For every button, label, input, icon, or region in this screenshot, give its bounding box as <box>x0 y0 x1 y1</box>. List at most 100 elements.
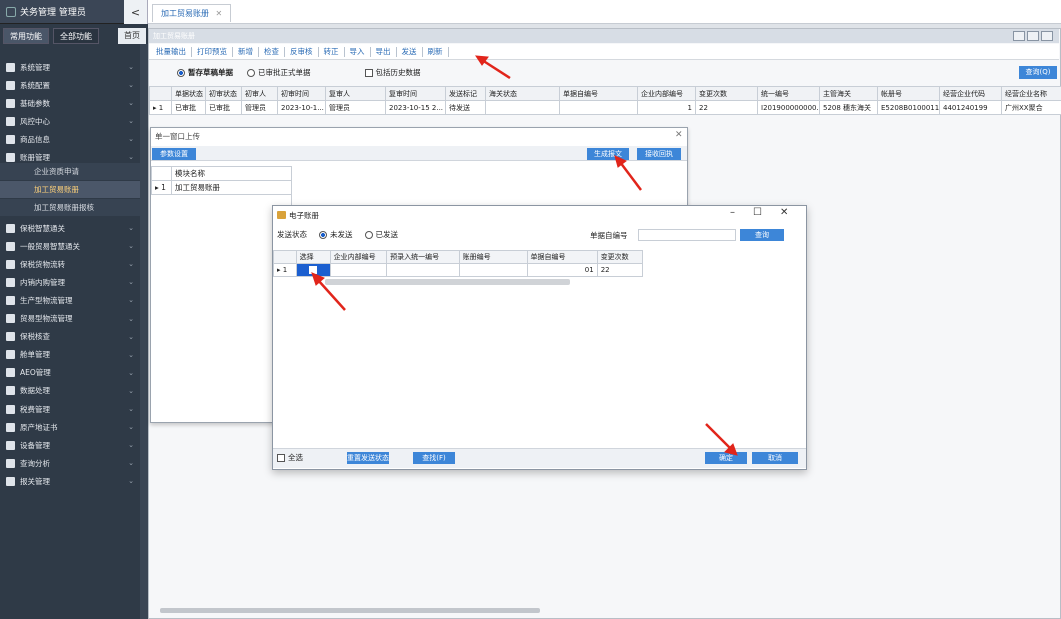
ebook-header-cell[interactable]: 选择 <box>295 250 331 264</box>
minimize-icon[interactable]: – <box>730 207 735 218</box>
radio-unsent[interactable]: 未发送 <box>319 229 353 240</box>
toolbar-button[interactable]: 导出 <box>371 46 397 57</box>
toolbar-button[interactable]: 打印预览 <box>192 46 233 57</box>
sidebar-item[interactable]: AEO管理 ⌄ <box>0 364 140 382</box>
grid-header-cell[interactable]: 初审状态 <box>205 86 242 101</box>
query-button[interactable]: 查询(Q) <box>1019 66 1057 79</box>
sidebar-item[interactable]: 一般贸易智慧通关 ⌄ <box>0 237 140 255</box>
toolbar-button[interactable]: 刷新 <box>423 46 449 57</box>
table-cell <box>386 263 460 277</box>
generate-message-button[interactable]: 生成报文 <box>587 148 629 160</box>
sidebar-item[interactable]: 商品信息 ⌄ <box>0 130 140 148</box>
maximize-icon[interactable]: ☐ <box>753 207 762 218</box>
grid-header-cell[interactable]: 单据自编号 <box>559 86 638 101</box>
cancel-button[interactable]: 取消 <box>752 452 798 464</box>
sidebar-item[interactable]: 原产地证书 ⌄ <box>0 418 140 436</box>
tab-processing-trade-book[interactable]: 加工贸易账册 ✕ <box>152 4 232 22</box>
toolbar-button[interactable]: 导入 <box>345 46 371 57</box>
sidebar-subitem[interactable]: 加工贸易账册 <box>0 181 140 198</box>
toolbar-button[interactable]: 转正 <box>319 46 345 57</box>
grid-header-cell[interactable]: 复审人 <box>325 86 386 101</box>
radio-draft[interactable]: 暂存草稿单据 <box>177 67 233 78</box>
ebook-header-cell[interactable] <box>273 250 297 264</box>
sidebar-item[interactable]: 舱单管理 ⌄ <box>0 346 140 364</box>
ebook-header-cell[interactable]: 变更次数 <box>596 250 644 264</box>
close-icon[interactable]: ✕ <box>780 207 788 218</box>
sidebar-item[interactable]: 报关管理 ⌄ <box>0 472 140 490</box>
toolbar-button[interactable]: 检查 <box>259 46 285 57</box>
sidebar-item[interactable]: 数据处理 ⌄ <box>0 382 140 400</box>
sidebar-subitem[interactable]: 企业资质申请 <box>0 163 140 180</box>
grid-header-cell[interactable]: 统一编号 <box>757 86 820 101</box>
include-history-checkbox[interactable]: 包括历史数据 <box>364 67 421 78</box>
sidebar-item[interactable]: 查询分析 ⌄ <box>0 454 140 472</box>
radio-approved[interactable]: 已审批正式单据 <box>247 67 311 78</box>
grid-header-cell[interactable]: 初审时间 <box>277 86 326 101</box>
main-hscrollbar[interactable] <box>160 608 540 613</box>
sidebar-item[interactable]: 保税智慧通关 ⌄ <box>0 219 140 237</box>
select-cell[interactable] <box>295 263 331 277</box>
ebook-header-cell[interactable]: 企业内部编号 <box>329 250 388 264</box>
table-row[interactable]: ▸ 1 已审批 已审批 管理员 2023-10-1... 管理员 2023-10-15 2.… <box>149 100 1061 115</box>
grid-header-cell[interactable]: 复审时间 <box>385 86 446 101</box>
sidebar-item[interactable]: 风控中心 ⌄ <box>0 112 140 130</box>
tab-all-functions[interactable]: 全部功能 <box>53 28 99 44</box>
ebook-header-cell[interactable]: 单据自编号 <box>526 250 598 264</box>
ok-button[interactable]: 确定 <box>705 452 747 464</box>
sidebar-item[interactable]: 保税核查 ⌄ <box>0 328 140 346</box>
grid-header-cell[interactable]: 经营企业名称 <box>1001 86 1061 101</box>
ebook-header-cell[interactable]: 预录入统一编号 <box>386 250 460 264</box>
sidebar-item[interactable]: 内销内购管理 ⌄ <box>0 273 140 291</box>
grid-header-cell[interactable]: 经营企业代码 <box>939 86 1002 101</box>
grid-header-cell[interactable]: 单据状态 <box>171 86 206 101</box>
toolbar-button[interactable]: 新增 <box>233 46 259 57</box>
ebook-grid-hscrollbar[interactable] <box>325 279 570 285</box>
grid-header-cell[interactable]: 海关状态 <box>485 86 560 101</box>
radio-on-icon <box>177 68 185 77</box>
sidebar-item[interactable]: 保税货物流转 ⌄ <box>0 255 140 273</box>
upload-dialog-close-icon[interactable]: ✕ <box>675 130 683 140</box>
grid-header-cell[interactable] <box>149 86 172 101</box>
module-row-name: 加工贸易账册 <box>171 180 292 195</box>
grid-header-cell[interactable]: 主管海关 <box>819 86 878 101</box>
sidebar-item[interactable]: 贸易型物流管理 ⌄ <box>0 310 140 328</box>
ebook-header-cell[interactable]: 账册编号 <box>458 250 528 264</box>
close-icon[interactable] <box>1041 31 1053 41</box>
toolbar-button[interactable]: 反审核 <box>285 46 319 57</box>
ebook-query-button[interactable]: 查询 <box>740 229 784 241</box>
sidebar-item[interactable]: 系统管理 ⌄ <box>0 58 140 76</box>
receive-receipt-button[interactable]: 接收回执 <box>637 148 681 160</box>
select-all-checkbox[interactable]: 全选 <box>277 452 303 463</box>
sidebar-subitem[interactable]: 加工贸易账册报核 <box>0 199 140 216</box>
maximize-icon[interactable] <box>1027 31 1039 41</box>
table-row[interactable]: ▸ 1 01 22 <box>273 263 644 277</box>
sidebar-item[interactable]: 系统配置 ⌄ <box>0 76 140 94</box>
sidebar-item[interactable]: 基础参数 ⌄ <box>0 94 140 112</box>
radio-sent[interactable]: 已发送 <box>364 229 398 240</box>
tab-common-functions[interactable]: 常用功能 <box>3 28 49 44</box>
toolbar-button[interactable]: 批量输出 <box>151 46 192 57</box>
grid-header-cell[interactable]: 企业内部编号 <box>637 86 696 101</box>
minimize-icon[interactable] <box>1013 31 1025 41</box>
find-button[interactable]: 查找(F) <box>413 452 455 464</box>
sidebar-scrollbar[interactable] <box>140 44 148 619</box>
docno-input[interactable] <box>638 229 736 241</box>
collapse-sidebar-button[interactable]: < <box>124 0 148 24</box>
tab-home[interactable]: 首页 <box>118 28 146 44</box>
close-tab-icon[interactable]: ✕ <box>216 9 223 18</box>
grid-header-cell[interactable]: 帐册号 <box>877 86 940 101</box>
toolbar-button[interactable]: 发送 <box>397 46 423 57</box>
sidebar-item[interactable]: 生产型物流管理 ⌄ <box>0 291 140 309</box>
reset-send-status-button[interactable]: 重置发送状态 <box>347 452 389 464</box>
table-cell: ▸ 1 <box>273 263 297 277</box>
sidebar-item[interactable]: 税费管理 ⌄ <box>0 400 140 418</box>
grid-header-cell[interactable]: 初审人 <box>241 86 278 101</box>
sidebar-item[interactable]: 设备管理 ⌄ <box>0 436 140 454</box>
module-row[interactable]: ▸ 1 加工贸易账册 <box>151 180 292 195</box>
param-settings-button[interactable]: 参数设置 <box>152 148 196 160</box>
grid-header-cell[interactable]: 发送标记 <box>445 86 486 101</box>
grid-header-cell[interactable]: 变更次数 <box>695 86 758 101</box>
chevron-down-icon: ⌄ <box>128 63 134 71</box>
docno-label: 单据自编号 <box>590 231 628 240</box>
row-checkbox[interactable] <box>309 266 318 274</box>
